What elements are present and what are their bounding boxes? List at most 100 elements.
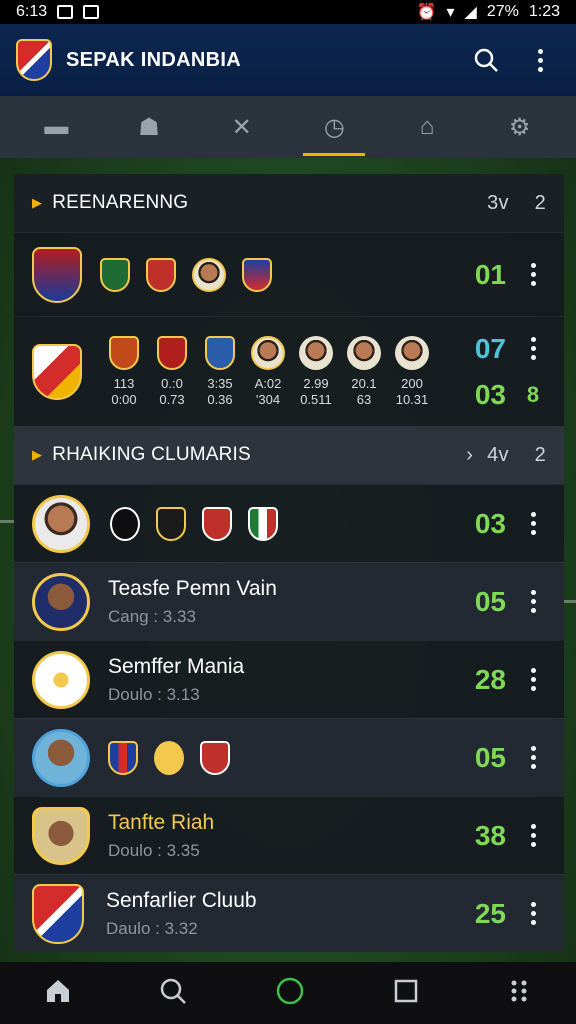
avatar — [32, 572, 90, 631]
team-crest — [110, 506, 140, 541]
avatar — [347, 335, 381, 370]
section-meta: 3v — [487, 191, 509, 214]
circle-icon[interactable] — [275, 976, 305, 1011]
more-vert-icon[interactable] — [520, 902, 546, 925]
more-vert-icon[interactable] — [520, 668, 546, 691]
team-crest — [242, 257, 272, 292]
section-standings: ▶ REENARENNG 3v 2 01 113 0:00 0.:0 0.73 … — [14, 174, 564, 426]
team-name: Senfarlier Cluub — [106, 888, 257, 912]
list-item[interactable]: Semffer Mania Doulo : 3.13 28 — [14, 640, 564, 718]
bottom-nav — [0, 962, 576, 1024]
team-name: Tanfte Riah — [108, 810, 215, 834]
stat-cell: 3:35 0.36 — [207, 375, 233, 407]
team-sub: Doulo : 3.35 — [108, 840, 200, 860]
players-icon: ☗ — [138, 113, 160, 141]
pitch-line — [564, 600, 576, 603]
status-bar: 6:13 ⏰ ▾ ◢ 27% 1:23 — [0, 0, 576, 24]
tab-players[interactable]: ☗ — [116, 96, 182, 158]
score: 07 — [474, 332, 506, 364]
team-crest — [108, 740, 138, 775]
tab-close[interactable]: ✕ — [209, 96, 275, 158]
list-item[interactable]: 05 — [14, 718, 564, 796]
avatar — [251, 335, 285, 370]
more-vert-icon[interactable] — [520, 40, 560, 80]
avatar — [192, 257, 226, 292]
team-sub: Cang : 3.33 — [108, 606, 196, 626]
team-crest — [200, 740, 230, 775]
team-crest — [32, 883, 84, 944]
team-crest — [205, 335, 235, 370]
team-crest — [248, 506, 278, 541]
list-item[interactable]: Teasfe Pemn Vain Cang : 3.33 05 — [14, 562, 564, 640]
more-vert-icon[interactable] — [520, 512, 546, 535]
score: 05 — [474, 585, 506, 617]
section-title: RHAIKING CLUMARIS — [52, 444, 251, 465]
section-header[interactable]: ▶ REENARENNG 3v 2 — [14, 174, 564, 232]
extra-value: 8 — [526, 381, 540, 407]
section-meta: 2 — [534, 443, 546, 466]
list-item[interactable]: 01 — [14, 232, 564, 316]
square-icon[interactable] — [393, 978, 419, 1009]
image-icon — [83, 5, 100, 19]
chat-icon: ▬ — [44, 113, 69, 140]
team-crest — [154, 740, 184, 775]
stat-cell: A:02'304 — [254, 375, 282, 407]
stadium-icon: ⌂ — [419, 113, 435, 140]
caret-icon: ▶ — [32, 195, 43, 210]
team-crest — [146, 257, 176, 292]
section-meta: 4v — [487, 443, 509, 466]
more-vert-icon[interactable] — [520, 337, 546, 360]
team-crest — [202, 506, 232, 541]
avatar — [32, 806, 90, 865]
caret-icon: ▶ — [32, 447, 43, 462]
team-crest — [156, 506, 186, 541]
list-item[interactable]: 113 0:00 0.:0 0.73 3:35 0.36 A:02'304 2.99 0… — [14, 316, 564, 426]
avatar — [32, 494, 90, 553]
avatar — [299, 335, 333, 370]
list-item[interactable]: 03 — [14, 484, 564, 562]
search-icon[interactable] — [466, 40, 506, 80]
section-header[interactable]: ▶ RHAIKING CLUMARIS › 4v 2 — [14, 426, 564, 484]
team-name: Teasfe Pemn Vain — [108, 576, 277, 600]
team-name: Semffer Mania — [108, 654, 245, 678]
tab-settings[interactable]: ⚙ — [487, 96, 553, 158]
status-time: 6:13 — [16, 3, 48, 20]
score: 28 — [474, 663, 506, 695]
score: 01 — [474, 258, 506, 290]
score: 38 — [474, 819, 506, 851]
section-meta: 2 — [534, 191, 546, 214]
app-title: SEPAK INDANBIA — [66, 48, 241, 71]
stat-cell: 0.:0 0.73 — [159, 375, 185, 407]
list-item[interactable]: Tanfte Riah Doulo : 3.35 38 — [14, 796, 564, 874]
close-icon: ✕ — [231, 113, 252, 141]
more-vert-icon[interactable] — [520, 590, 546, 613]
signal-icon: ◢ — [464, 4, 477, 21]
battery-text: 27% — [486, 3, 519, 20]
tab-chat[interactable]: ▬ — [23, 96, 89, 158]
notification-icon — [57, 5, 74, 19]
tab-clock[interactable]: ◷ — [301, 96, 367, 158]
list-item[interactable]: Senfarlier Cluub Daulo : 3.32 25 — [14, 874, 564, 952]
more-vert-icon[interactable] — [520, 263, 546, 286]
clock-icon: ◷ — [323, 113, 345, 141]
tab-stadium[interactable]: ⌂ — [394, 96, 460, 158]
alarm-icon: ⏰ — [416, 4, 437, 21]
search-icon[interactable] — [159, 977, 187, 1010]
team-sub: Doulo : 3.13 — [108, 684, 200, 704]
team-crest — [100, 257, 130, 292]
grid-icon[interactable] — [506, 978, 532, 1009]
app-bar: SEPAK INDANBIA — [0, 24, 576, 96]
home-icon[interactable] — [44, 977, 72, 1010]
settings-icon: ⚙ — [508, 113, 531, 141]
section-rankings: ▶ RHAIKING CLUMARIS › 4v 2 03 Teasfe Pem… — [14, 426, 564, 952]
avatar — [32, 728, 90, 787]
team-crest — [157, 335, 187, 370]
team-crest — [32, 246, 82, 303]
score: 25 — [474, 897, 506, 929]
section-title: REENARENNG — [52, 192, 189, 213]
team-crest — [109, 335, 139, 370]
chevron-right-icon[interactable]: › — [466, 444, 473, 467]
more-vert-icon[interactable] — [520, 824, 546, 847]
more-vert-icon[interactable] — [520, 746, 546, 769]
avatar — [395, 335, 429, 370]
